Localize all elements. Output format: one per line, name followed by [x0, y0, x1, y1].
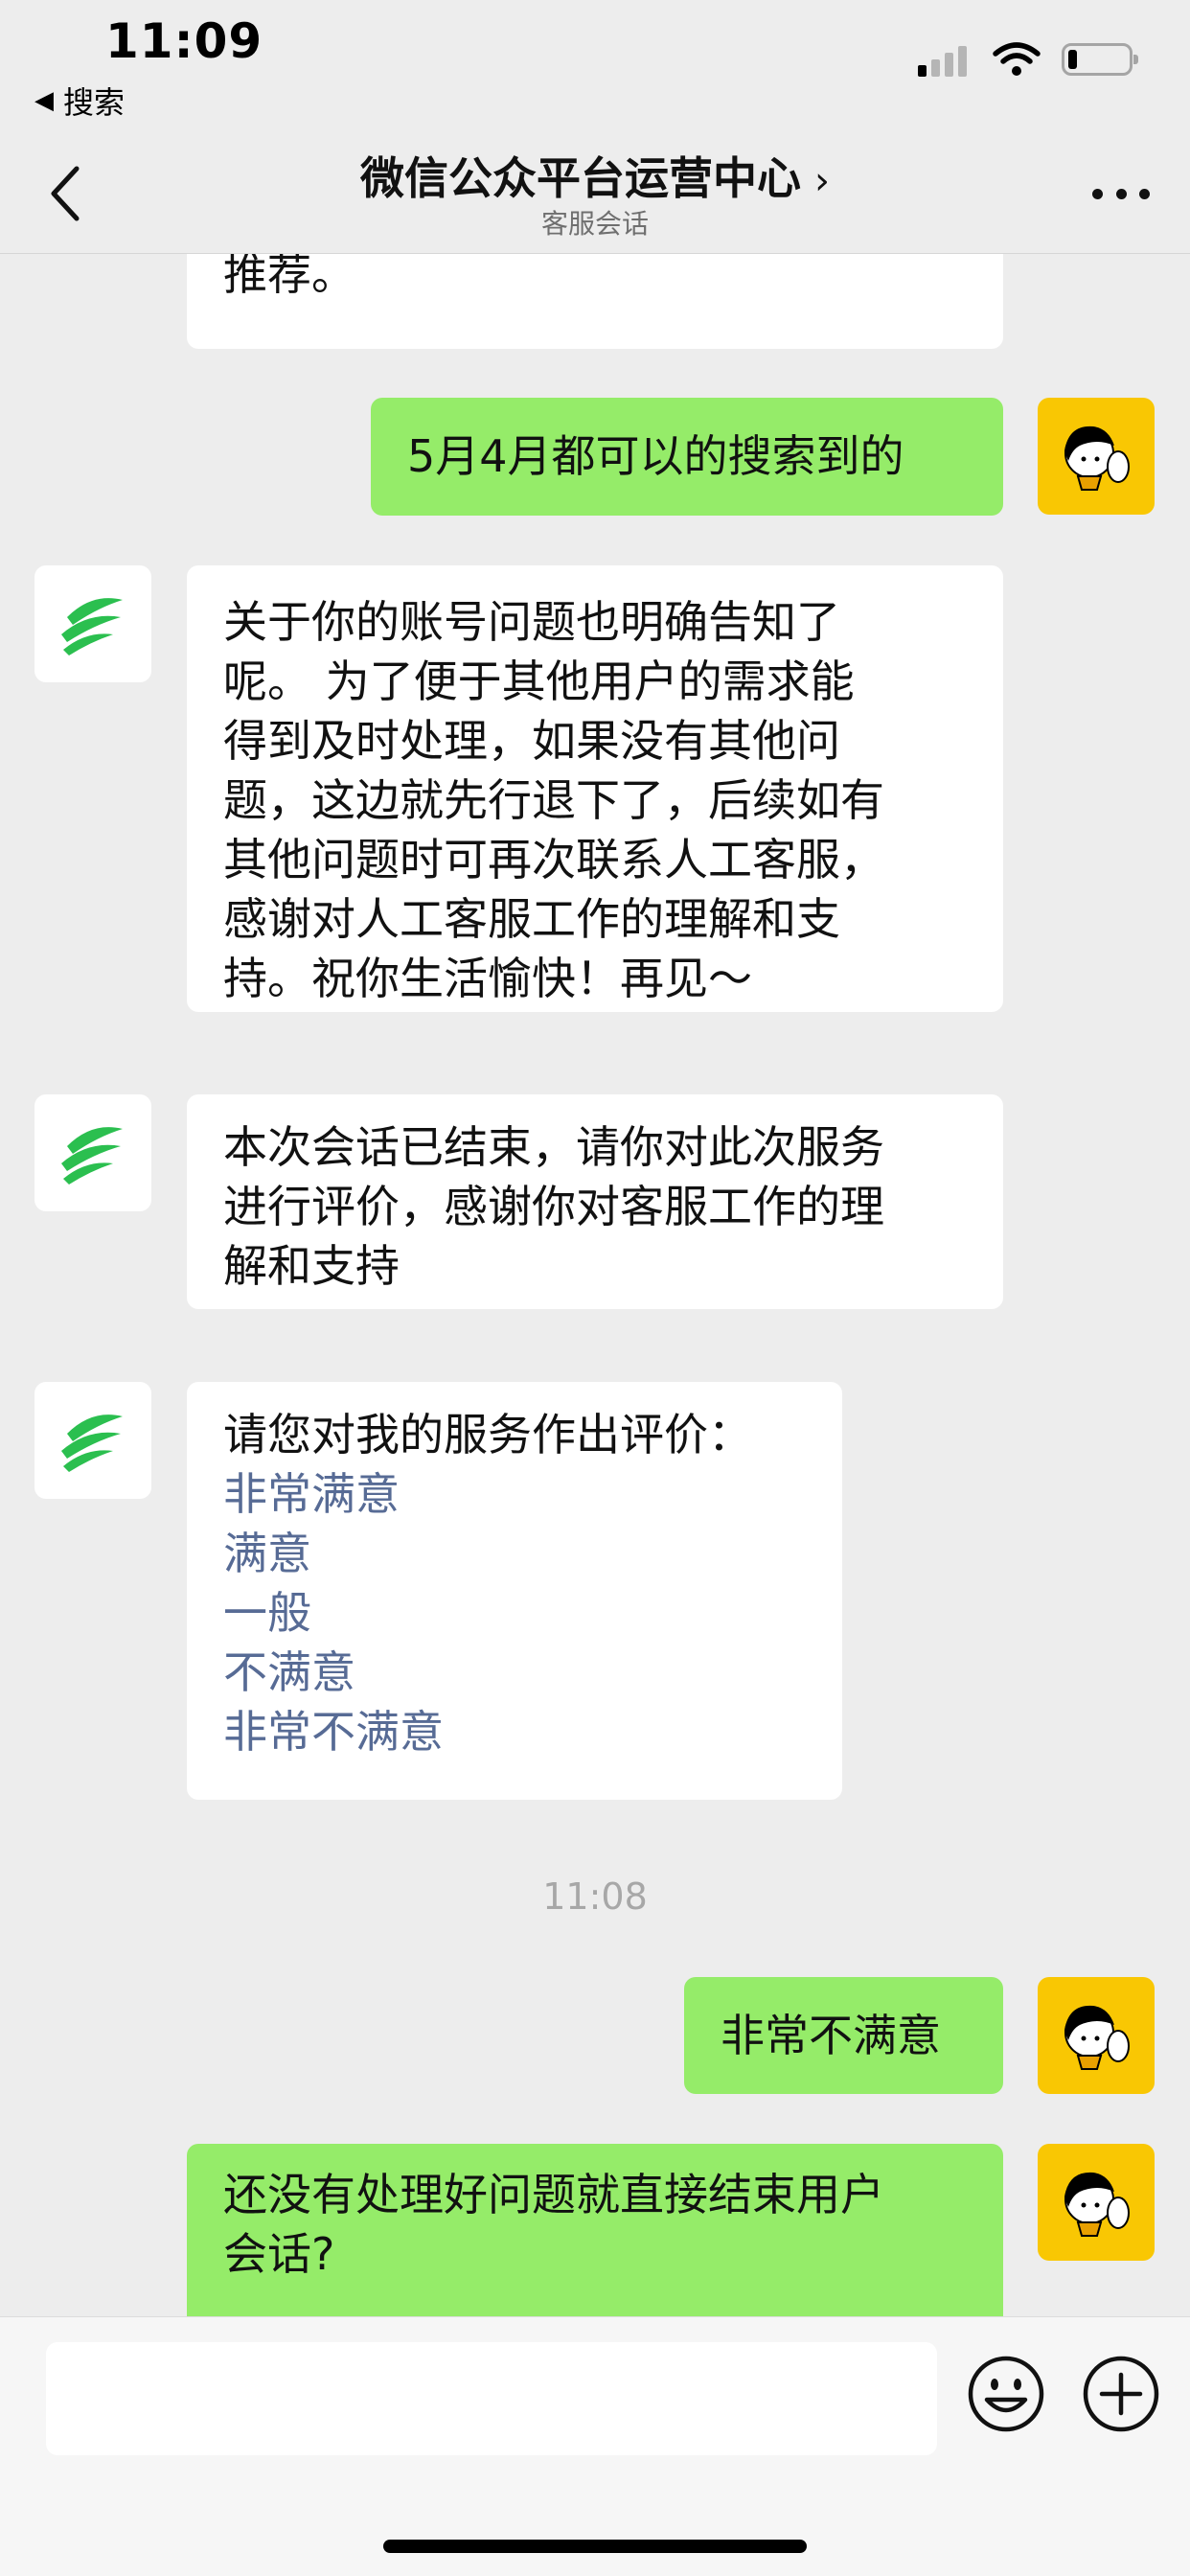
leaf-logo-icon [61, 1414, 123, 1472]
service-avatar[interactable] [34, 1382, 151, 1499]
more-dots-icon[interactable] [1092, 184, 1150, 203]
chat-screen: 11:09 ◀ 搜索 微信公众平台运营中心 › 客服会话 推荐。 5月4月都可以… [0, 0, 1190, 2576]
message-bubble-user[interactable]: 还没有处理好问题就直接结束用户 会话? [187, 2144, 1003, 2316]
battery-level [1068, 50, 1077, 69]
user-avatar[interactable] [1038, 2144, 1155, 2261]
leaf-logo-icon [61, 598, 123, 656]
message-bubble-user[interactable]: 非常不满意 [684, 1977, 1003, 2094]
left-triangle-icon: ◀ [34, 86, 54, 115]
battery-icon [1062, 43, 1138, 76]
rating-prompt-text: 请您对我的服务作出评价： [223, 1409, 752, 1460]
nav-bar: 微信公众平台运营中心 › 客服会话 [0, 134, 1190, 254]
user-avatar-icon [1064, 426, 1130, 491]
signal-bar [958, 46, 967, 77]
message-bubble-service[interactable]: 本次会话已结束，请你对此次服务 进行评价，感谢你对客服工作的理 解和支持 [187, 1094, 1003, 1309]
message-line: 解和支持 [223, 1240, 400, 1292]
leaf-logo-icon [61, 1127, 123, 1184]
service-avatar[interactable] [34, 1094, 151, 1211]
rating-option-neutral[interactable]: 一般 [223, 1583, 806, 1643]
rating-option-satisfied[interactable]: 满意 [223, 1524, 806, 1583]
back-to-app-link[interactable]: ◀ 搜索 [34, 79, 125, 123]
message-line: 本次会话已结束，请你对此次服务 [223, 1121, 884, 1173]
message-text: 5月4月都可以的搜索到的 [407, 430, 904, 482]
cellular-signal-icon [918, 42, 972, 77]
page-subtitle: 客服会话 [540, 208, 649, 240]
user-avatar-icon [1064, 2172, 1130, 2237]
nav-title-group[interactable]: 微信公众平台运营中心 › [0, 144, 1190, 207]
status-icons [918, 42, 1138, 77]
signal-bar [931, 59, 940, 77]
user-avatar-icon [1064, 2005, 1130, 2070]
user-avatar[interactable] [1038, 398, 1155, 515]
rating-option-unsatisfied[interactable]: 不满意 [223, 1643, 806, 1702]
wifi-icon [993, 42, 1041, 76]
status-time: 11:09 [105, 13, 263, 69]
rating-prompt-bubble: 请您对我的服务作出评价： 非常满意 满意 一般 不满意 非常不满意 [187, 1382, 842, 1800]
message-line: 呢。 为了便于其他用户的需求能 [223, 656, 855, 707]
signal-bar [945, 53, 953, 77]
time-divider: 11:08 [542, 1875, 648, 1918]
message-bubble-service[interactable]: 关于你的账号问题也明确告知了 呢。 为了便于其他用户的需求能 得到及时处理，如果… [187, 565, 1003, 1012]
chevron-right-icon: › [814, 159, 830, 203]
message-line: 得到及时处理，如果没有其他问 [223, 715, 840, 767]
message-bubble-user[interactable]: 5月4月都可以的搜索到的 [371, 398, 1003, 516]
user-avatar[interactable] [1038, 1977, 1155, 2094]
message-line: 还没有处理好问题就直接结束用户 [223, 2169, 884, 2220]
message-text: 非常不满意 [721, 2010, 941, 2061]
message-line: 关于你的账号问题也明确告知了 [223, 596, 840, 648]
message-line: 题，这边就先行退下了，后续如有 [223, 774, 884, 826]
home-indicator[interactable] [383, 2540, 807, 2553]
rating-option-very-unsatisfied[interactable]: 非常不满意 [223, 1702, 806, 1761]
page-title[interactable]: 微信公众平台运营中心 [360, 152, 801, 204]
message-input[interactable] [46, 2342, 937, 2455]
plus-circle-icon[interactable] [1081, 2354, 1161, 2434]
rating-option-very-satisfied[interactable]: 非常满意 [223, 1464, 806, 1524]
signal-bar [918, 65, 927, 77]
status-bar: 11:09 ◀ 搜索 [0, 0, 1190, 134]
message-bubble-service[interactable]: 推荐。 [187, 254, 1003, 349]
message-line: 持。祝你生活愉快！再见～ [223, 953, 752, 1004]
message-line: 其他问题时可再次联系人工客服， [223, 834, 884, 886]
message-line: 会话? [223, 2228, 335, 2280]
back-to-app-label: 搜索 [63, 84, 126, 121]
smiley-icon[interactable] [966, 2354, 1046, 2434]
message-line: 进行评价，感谢你对客服工作的理 [223, 1181, 884, 1232]
service-avatar[interactable] [34, 565, 151, 682]
message-list[interactable]: 推荐。 5月4月都可以的搜索到的 关于你的账号问题也明确告知了 呢。 为了便于其… [0, 254, 1190, 2316]
message-text: 推荐。 [223, 254, 355, 300]
message-line: 感谢对人工客服工作的理解和支 [223, 893, 840, 945]
input-bar [0, 2316, 1190, 2576]
